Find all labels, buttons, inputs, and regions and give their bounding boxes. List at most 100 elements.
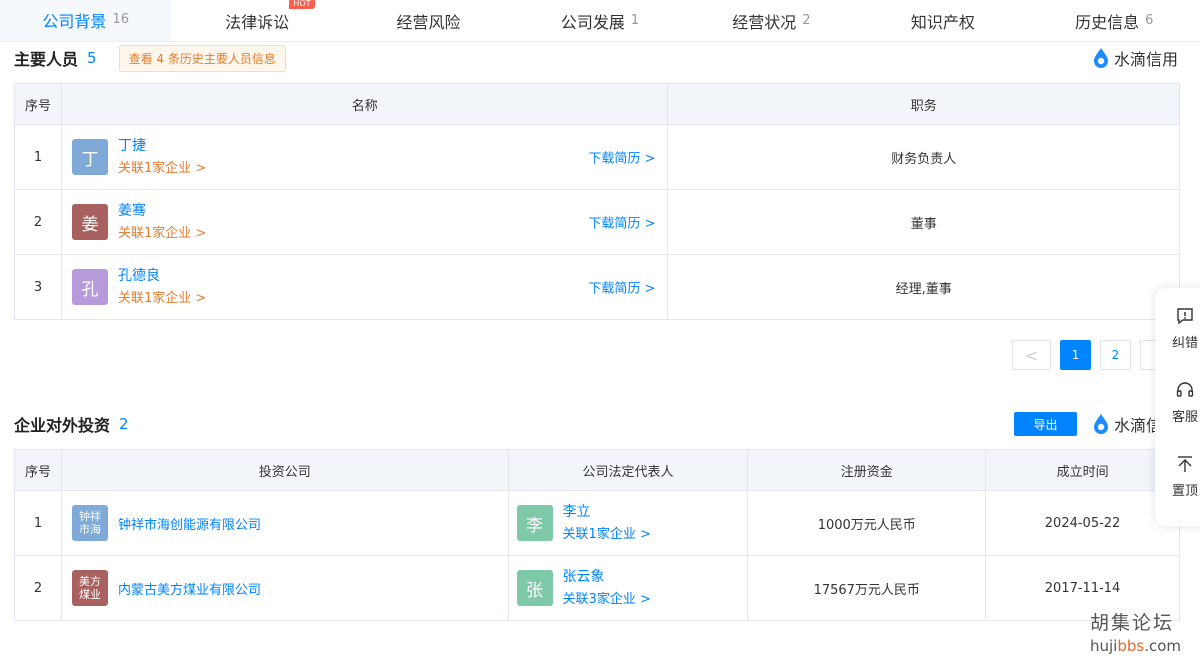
brand-name: 水滴信用: [1114, 50, 1179, 69]
tab-count: 1: [630, 13, 640, 28]
company-logo: 钟祥市海: [71, 505, 108, 541]
page-button-2[interactable]: 2: [1100, 340, 1131, 370]
history-personnel-link[interactable]: 查看 4 条历史主要人员信息: [118, 44, 286, 72]
download-resume-link[interactable]: 下载简历 >: [588, 148, 655, 167]
export-button[interactable]: 导出: [1014, 412, 1077, 436]
row-number: 1: [14, 124, 62, 190]
column-header: 公司法定代表人: [507, 449, 749, 491]
investment-header: 企业对外投资 2: [14, 412, 129, 436]
avatar: 张: [516, 570, 553, 606]
prev-page-button[interactable]: <: [1012, 340, 1051, 370]
tab-bar: 公司背景 16 法律诉讼 HOT 经营风险 公司发展 1 经营状况 2 知识产权 历史信…: [0, 0, 1200, 42]
tab-operations[interactable]: 经营状况 2: [686, 0, 857, 41]
water-drop-icon: [1094, 48, 1108, 68]
table-row: 3 孔 孔德良关联1家企业 > 下载简历 > 经理,董事: [14, 254, 1180, 320]
column-header: 注册资金: [747, 449, 987, 491]
related-companies-link[interactable]: 关联1家企业 >: [118, 289, 206, 309]
tab-count: 6: [1145, 13, 1154, 28]
capital-cell: 17567万元人民币: [747, 555, 987, 621]
download-resume-link[interactable]: 下载简历 >: [588, 213, 655, 232]
download-resume-link[interactable]: 下载简历 >: [588, 278, 655, 297]
row-number: 3: [14, 254, 62, 320]
row-number: 2: [14, 555, 62, 621]
person-name-link[interactable]: 孔德良: [118, 266, 206, 286]
tab-risk[interactable]: 经营风险: [343, 0, 514, 41]
avatar: 丁: [71, 139, 108, 175]
role-cell: 董事: [667, 189, 1180, 255]
tab-count: 16: [112, 12, 129, 27]
date-cell: 2024-05-22: [985, 490, 1180, 556]
table-row: 1 丁 丁捷关联1家企业 > 下载简历 > 财务负责人: [14, 124, 1180, 190]
brand-logo: 水滴信用: [1092, 46, 1178, 70]
tab-label: 知识产权: [910, 12, 975, 32]
floating-toolbar: 纠错 客服 置顶: [1155, 288, 1200, 526]
tab-ip[interactable]: 知识产权: [857, 0, 1028, 41]
watermark-title: 胡集论坛: [1090, 612, 1175, 634]
related-companies-link[interactable]: 关联1家企业 >: [118, 224, 206, 244]
page-button-1[interactable]: 1: [1060, 340, 1091, 370]
personnel-header: 主要人员 5 查看 4 条历史主要人员信息: [14, 44, 286, 72]
watermark-url-part: bbs: [1117, 637, 1145, 655]
column-header: 序号: [14, 83, 62, 125]
tab-label: 经营风险: [396, 12, 461, 32]
tab-history[interactable]: 历史信息 6: [1029, 0, 1200, 41]
table-row: 2 美方煤业 内蒙古美方煤业有限公司 张 张云象关联3家企业 > 17567万元…: [14, 555, 1180, 621]
section-title: 主要人员: [14, 50, 79, 69]
watermark-url-part: huji: [1090, 637, 1118, 655]
water-drop-icon: [1094, 414, 1108, 434]
tab-label: 法律诉讼: [225, 12, 290, 32]
avatar: 姜: [71, 204, 108, 240]
tab-company-background[interactable]: 公司背景 16: [0, 0, 172, 41]
hot-badge: HOT: [289, 0, 315, 9]
watermark-url: hujibbs.com: [1090, 637, 1181, 655]
column-header: 名称: [60, 83, 669, 125]
avatar: 孔: [71, 269, 108, 305]
company-logo: 美方煤业: [71, 570, 108, 606]
avatar: 李: [516, 505, 553, 541]
column-header: 职务: [667, 83, 1180, 125]
person-name-link[interactable]: 张云象: [563, 567, 651, 587]
investment-table: 序号 投资公司 公司法定代表人 注册资金 成立时间 1 钟祥市海 钟祥市海创能源…: [14, 449, 1180, 621]
related-companies-link[interactable]: 关联1家企业 >: [118, 159, 206, 179]
feedback-icon: [1177, 308, 1193, 325]
tab-legal[interactable]: 法律诉讼 HOT: [171, 0, 342, 41]
company-name-link[interactable]: 内蒙古美方煤业有限公司: [118, 579, 261, 598]
company-cell: 美方煤业 内蒙古美方煤业有限公司: [60, 555, 509, 621]
back-to-top-button[interactable]: 置顶: [1167, 454, 1200, 499]
table-header-row: 序号 名称 职务: [14, 83, 1180, 125]
role-cell: 财务负责人: [667, 124, 1180, 190]
toolbar-label: 纠错: [1171, 336, 1198, 351]
customer-service-button[interactable]: 客服: [1167, 380, 1200, 425]
person-cell: 丁 丁捷关联1家企业 > 下载简历 >: [60, 124, 669, 190]
column-header: 成立时间: [985, 449, 1180, 491]
rep-cell: 李 李立关联1家企业 >: [507, 490, 749, 556]
person-name-link[interactable]: 丁捷: [118, 136, 206, 156]
column-header: 序号: [14, 449, 62, 491]
column-header: 投资公司: [60, 449, 509, 491]
headset-icon: [1176, 382, 1194, 397]
personnel-table: 序号 名称 职务 1 丁 丁捷关联1家企业 > 下载简历 > 财务负责人 2 姜…: [14, 83, 1180, 320]
row-number: 1: [14, 490, 62, 556]
person-name-link[interactable]: 李立: [563, 502, 651, 522]
feedback-button[interactable]: 纠错: [1167, 306, 1200, 351]
related-companies-link[interactable]: 关联3家企业 >: [563, 590, 651, 610]
section-count: 5: [87, 49, 97, 67]
table-row: 1 钟祥市海 钟祥市海创能源有限公司 李 李立 关联1家企业 > 1000万元人民…: [14, 490, 1180, 556]
role-cell: 经理,董事: [667, 254, 1180, 320]
company-cell: 钟祥市海 钟祥市海创能源有限公司: [60, 490, 509, 556]
related-companies-link[interactable]: 关联1家企业 >: [563, 525, 651, 545]
table-row: 2 姜 姜骞关联1家企业 > 下载简历 > 董事: [14, 189, 1180, 255]
tab-label: 经营状况: [732, 12, 797, 32]
tab-label: 公司发展: [560, 12, 625, 32]
company-name-link[interactable]: 钟祥市海创能源有限公司: [118, 514, 261, 533]
tab-label: 历史信息: [1075, 12, 1140, 32]
history-suffix: 条历史主要人员信息: [167, 51, 276, 66]
brand-logo: 水滴信: [1092, 412, 1162, 436]
person-name-link[interactable]: 姜骞: [118, 201, 206, 221]
toolbar-label: 置顶: [1171, 484, 1198, 499]
tab-development[interactable]: 公司发展 1: [514, 0, 685, 41]
table-header-row: 序号 投资公司 公司法定代表人 注册资金 成立时间: [14, 449, 1180, 491]
row-number: 2: [14, 189, 62, 255]
forum-watermark: 胡集论坛 hujibbs.com: [1090, 608, 1181, 655]
person-cell: 孔 孔德良关联1家企业 > 下载简历 >: [60, 254, 669, 320]
